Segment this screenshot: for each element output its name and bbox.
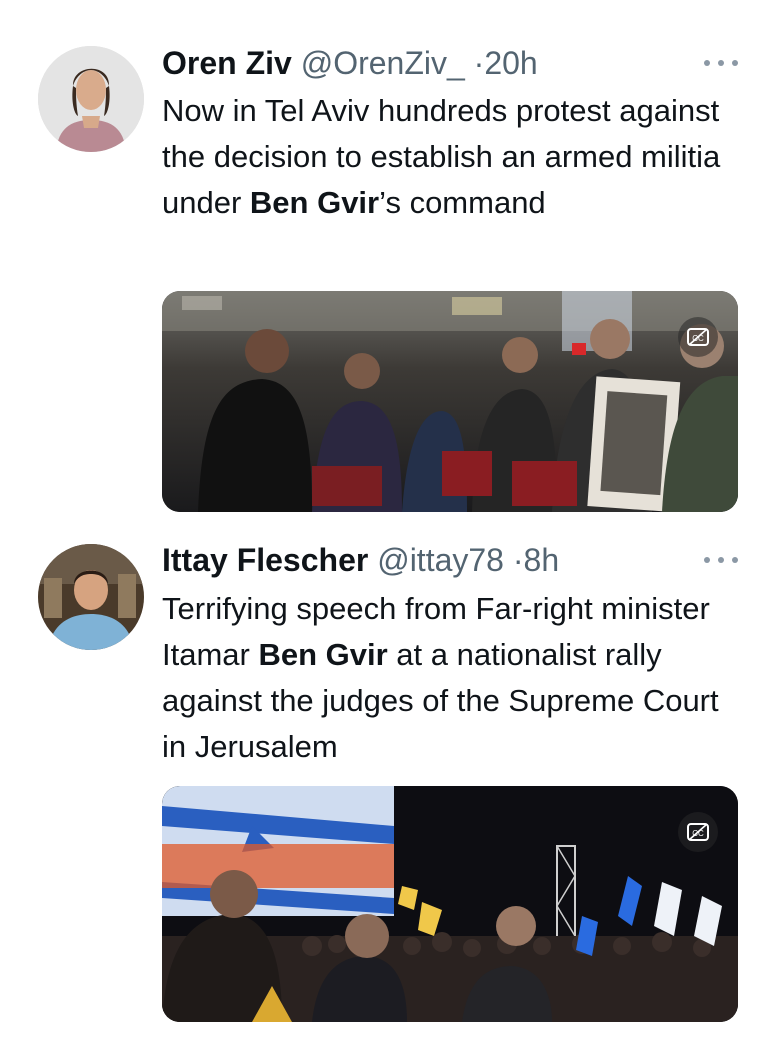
tweet-text-bold: Ben Gvir (249, 185, 380, 220)
tweet-header: Oren Ziv @OrenZiv_ ·20h (162, 44, 718, 82)
tweet-text-bold: Ben Gvir (258, 637, 388, 672)
svg-text:CC: CC (692, 334, 704, 343)
separator: · (512, 542, 524, 578)
video-thumbnail (162, 291, 738, 512)
avatar-image (38, 544, 144, 650)
author-handle[interactable]: @ittay78 (377, 542, 504, 578)
avatar-image (38, 46, 144, 152)
avatar[interactable] (38, 46, 144, 152)
timestamp[interactable]: 20h (484, 45, 537, 81)
closed-captions-icon[interactable]: CC (678, 812, 718, 852)
svg-text:CC: CC (692, 829, 704, 838)
tweet[interactable]: Ittay Flescher @ittay78 ·8h Terrifying s… (0, 530, 778, 1037)
video-player[interactable]: CC (162, 786, 738, 1022)
tweet-text: Terrifying speech from Far-right ministe… (162, 586, 738, 770)
author-handle[interactable]: @OrenZiv_ (301, 45, 465, 81)
tweet-header: Ittay Flescher @ittay78 ·8h (162, 541, 718, 579)
more-options-icon[interactable] (704, 555, 738, 565)
video-player[interactable]: CC (162, 291, 738, 512)
author-name[interactable]: Ittay Flescher (162, 542, 368, 578)
tweet[interactable]: Oren Ziv @OrenZiv_ ·20h Now in Tel Aviv … (0, 0, 778, 530)
closed-captions-icon[interactable]: CC (678, 317, 718, 357)
tweet-text: Now in Tel Aviv hundreds protest against… (162, 88, 738, 226)
separator: · (473, 45, 485, 81)
tweet-text-part: ’s command (379, 185, 546, 220)
more-options-icon[interactable] (704, 58, 738, 68)
video-thumbnail (162, 786, 738, 1022)
timestamp[interactable]: 8h (524, 542, 560, 578)
author-name[interactable]: Oren Ziv (162, 45, 292, 81)
avatar[interactable] (38, 544, 144, 650)
